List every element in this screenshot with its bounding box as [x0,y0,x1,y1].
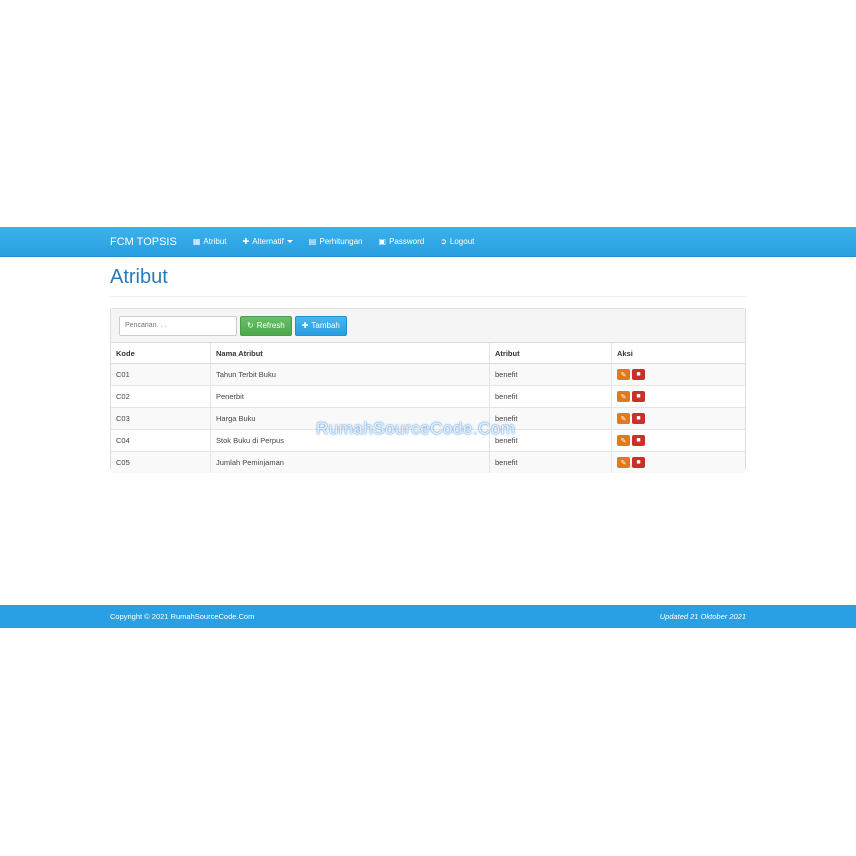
nav-item-atribut[interactable]: ▦ Atribut [193,237,227,246]
top-navbar: FCM TOPSIS ▦ Atribut ✚ Alternatif ▤ Perh… [0,227,856,257]
cell-kode: C04 [111,429,211,452]
atribut-table: Kode Nama Atribut Atribut Aksi C01 Tahun… [111,343,745,473]
add-button[interactable]: ✚ Tambah [294,315,347,336]
footer-updated: Updated 21 Oktober 2021 [659,612,746,621]
table-row: C02 Penerbit benefit ✎ ■ [111,385,745,408]
cell-atribut: benefit [489,429,612,452]
search-input[interactable] [119,315,237,336]
caret-down-icon [286,240,293,243]
trash-icon[interactable]: ■ [632,369,645,380]
plus-icon: ✚ [301,321,309,330]
table-row: C01 Tahun Terbit Buku benefit ✎ ■ [111,363,745,386]
cell-nama: Tahun Terbit Buku [210,363,490,386]
cell-atribut: benefit [489,385,612,408]
nav-item-logout[interactable]: ➲ Logout [440,237,474,246]
nav-item-perhitungan[interactable]: ▤ Perhitungan [309,237,363,246]
edit-icon[interactable]: ✎ [617,413,630,424]
cell-atribut: benefit [489,451,612,473]
navbar-inner: FCM TOPSIS ▦ Atribut ✚ Alternatif ▤ Perh… [110,227,490,256]
plus-icon: ✚ [242,237,250,246]
column-header-nama-atribut: Nama Atribut [210,343,490,364]
cell-nama: Harga Buku [210,407,490,430]
nav-item-label: Password [389,237,425,246]
cell-kode: C02 [111,385,211,408]
cell-kode: C01 [111,363,211,386]
refresh-icon: ↻ [247,321,254,330]
cell-kode: C03 [111,407,211,430]
edit-icon[interactable]: ✎ [617,457,630,468]
trash-icon[interactable]: ■ [632,391,645,402]
refresh-label: Refresh [256,321,285,330]
nav-item-label: Alternatif [252,237,284,246]
cell-nama: Stok Buku di Perpus [210,429,490,452]
table-row: C05 Jumlah Peminjaman benefit ✎ ■ [111,451,745,473]
lock-icon: ▣ [378,237,387,246]
cell-nama: Penerbit [210,385,490,408]
cell-aksi: ✎ ■ [611,429,745,452]
table-row: C04 Stok Buku di Perpus benefit ✎ ■ [111,429,745,452]
cell-aksi: ✎ ■ [611,363,745,386]
cell-atribut: benefit [489,407,612,430]
cell-atribut: benefit [489,363,612,386]
logout-icon: ➲ [440,237,447,246]
refresh-button[interactable]: ↻ Refresh [240,315,292,336]
nav-item-alternatif[interactable]: ✚ Alternatif [243,237,293,246]
nav-item-label: Logout [449,237,475,246]
page-title: Atribut [110,266,168,288]
trash-icon[interactable]: ■ [632,435,645,446]
cell-kode: C05 [111,451,211,473]
footer: Copyright © 2021 RumahSourceCode.Com Upd… [0,605,856,628]
navbar-brand[interactable]: FCM TOPSIS [110,236,177,248]
footer-copyright: Copyright © 2021 RumahSourceCode.Com [110,612,255,621]
column-header-kode: Kode [111,343,211,364]
cell-aksi: ✎ ■ [611,407,745,430]
calendar-icon: ▤ [308,237,317,246]
cell-aksi: ✎ ■ [611,385,745,408]
edit-icon[interactable]: ✎ [617,391,630,402]
table-row: C03 Harga Buku benefit ✎ ■ [111,407,745,430]
atribut-panel: ↻ Refresh ✚ Tambah Kode Nama Atribut Atr… [110,308,746,473]
edit-icon[interactable]: ✎ [617,369,630,380]
nav-item-label: Atribut [203,237,227,246]
nav-item-password[interactable]: ▣ Password [379,237,425,246]
cell-aksi: ✎ ■ [611,451,745,473]
add-label: Tambah [311,321,340,330]
trash-icon[interactable]: ■ [632,457,645,468]
column-header-atribut: Atribut [489,343,612,364]
edit-icon[interactable]: ✎ [617,435,630,446]
nav-item-label: Perhitungan [319,237,363,246]
column-header-aksi: Aksi [611,343,745,364]
panel-toolbar: ↻ Refresh ✚ Tambah [111,309,745,343]
trash-icon[interactable]: ■ [632,413,645,424]
table-header-row: Kode Nama Atribut Atribut Aksi [111,343,745,364]
grid-icon: ▦ [192,237,201,246]
cell-nama: Jumlah Peminjaman [210,451,490,473]
title-divider [110,296,746,297]
